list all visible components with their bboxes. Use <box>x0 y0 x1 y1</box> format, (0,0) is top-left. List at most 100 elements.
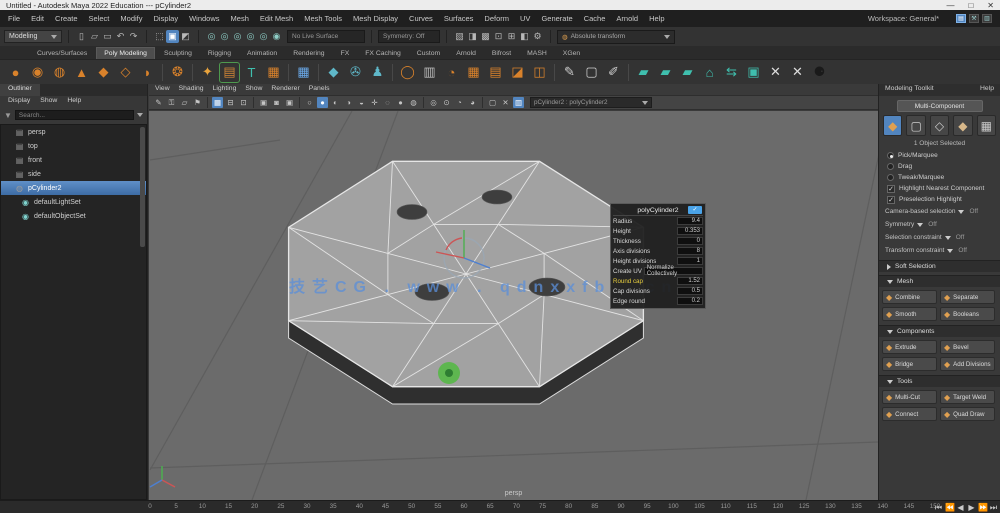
menu-help[interactable]: Help <box>649 14 664 23</box>
render-current-frame-icon[interactable]: ▩ <box>479 30 492 43</box>
timeline-tick[interactable]: 105 <box>694 503 705 510</box>
render-settings-icon[interactable]: ⊞ <box>505 30 518 43</box>
shelf-tab-fx-caching[interactable]: FX Caching <box>358 48 408 59</box>
combine-icon[interactable]: ▥ <box>420 63 439 82</box>
film-gate-icon[interactable]: ▣ <box>258 97 269 108</box>
snap-point-icon[interactable]: ◎ <box>231 30 244 43</box>
construction-history-icon[interactable]: ▧ <box>453 30 466 43</box>
sculpt-tool-icon[interactable]: ◆ <box>324 63 343 82</box>
exposure-icon[interactable]: ◔ <box>454 97 465 108</box>
button-extrude[interactable]: ◆ Extrude <box>882 340 937 354</box>
poly-plane-icon[interactable]: ◗ <box>138 63 157 82</box>
attribute-value-field[interactable]: 0 <box>677 237 703 245</box>
xgen-vis-icon[interactable]: ✕ <box>500 97 511 108</box>
extrude-icon[interactable]: ◫ <box>530 63 549 82</box>
attribute-editor-toggle[interactable]: ▤ <box>956 14 966 23</box>
menu-cache[interactable]: Cache <box>584 14 606 23</box>
timeline-tick[interactable]: 35 <box>330 503 337 510</box>
selected-vertex-handle[interactable] <box>438 362 460 384</box>
timeline-tick[interactable]: 65 <box>487 503 494 510</box>
menu-set-dropdown[interactable]: Modeling <box>4 30 62 43</box>
checkbox-highlight-nearest-component[interactable]: ✓ Highlight Nearest Component <box>879 183 1000 194</box>
timeline-tick[interactable]: 75 <box>539 503 546 510</box>
menu-display[interactable]: Display <box>154 14 179 23</box>
isolate-select-icon[interactable]: ◎ <box>428 97 439 108</box>
button-smooth[interactable]: ◆ Smooth <box>882 307 937 321</box>
shelf-tab-animation[interactable]: Animation <box>240 48 284 59</box>
shrinkwrap-icon[interactable]: ▰ <box>678 63 697 82</box>
outliner-item-persp[interactable]: ▤ persp <box>1 125 146 139</box>
sweep-mesh-icon[interactable]: ✦ <box>198 63 217 82</box>
poly-gear-icon[interactable]: ◍ <box>50 63 69 82</box>
radio-tweak-marquee[interactable]: Tweak/Marquee <box>879 172 1000 183</box>
outliner-item-front[interactable]: ▤ front <box>1 153 146 167</box>
lock-camera-icon[interactable]: ⚿ <box>166 97 177 108</box>
poly-platonic-icon[interactable]: ◇ <box>116 63 135 82</box>
timeline-tick[interactable]: 15 <box>225 503 232 510</box>
snap-projected-center-icon[interactable]: ◎ <box>244 30 257 43</box>
workspace-selector[interactable]: Workspace: General* <box>868 14 939 23</box>
menu-mesh-tools[interactable]: Mesh Tools <box>304 14 342 23</box>
filter-icon[interactable]: ▼ <box>4 111 12 120</box>
dropdown-symmetry[interactable]: Symmetry Off <box>879 218 1000 231</box>
button-bevel[interactable]: ◆ Bevel <box>940 340 995 354</box>
shelf-tab-fx[interactable]: FX <box>334 48 357 59</box>
timeline-tick[interactable]: 125 <box>799 503 810 510</box>
vertex-mode-icon[interactable]: ▢ <box>906 115 926 136</box>
uv-mode-icon[interactable]: ▦ <box>976 115 997 136</box>
timeline-tick[interactable]: 50 <box>408 503 415 510</box>
attribute-value-field[interactable]: 1 <box>677 257 703 265</box>
multi-cut-icon[interactable]: ✎ <box>560 63 579 82</box>
bridge-icon[interactable]: ◪ <box>508 63 527 82</box>
outliner-tab[interactable]: Outliner <box>0 84 40 96</box>
lights-icon[interactable]: ◑ <box>343 97 354 108</box>
timeline-tick[interactable]: 45 <box>382 503 389 510</box>
mirror-icon[interactable]: ⇆ <box>722 63 741 82</box>
timeline-tick[interactable]: 25 <box>277 503 284 510</box>
dropdown-transform-constraint[interactable]: Transform constraint Off <box>879 244 1000 257</box>
xray-icon[interactable]: ◍ <box>408 97 419 108</box>
attribute-value-field[interactable]: Normalize Collectively <box>643 265 703 277</box>
toolkit-help-menu[interactable]: Help <box>980 85 994 95</box>
menu-file[interactable]: File <box>8 14 20 23</box>
timeline-tick[interactable]: 95 <box>644 503 651 510</box>
menu-modify[interactable]: Modify <box>120 14 142 23</box>
motion-blur-icon[interactable]: ◌ <box>382 97 393 108</box>
viewport-menu-lighting[interactable]: Lighting <box>213 85 237 94</box>
timeline-tick[interactable]: 30 <box>303 503 310 510</box>
button-bridge[interactable]: ◆ Bridge <box>882 357 937 371</box>
outliner-menu-display[interactable]: Display <box>8 97 30 107</box>
offset-edge-loop-icon[interactable]: ✐ <box>604 63 623 82</box>
open-scene-icon[interactable]: ▱ <box>88 30 101 43</box>
image-plane-icon[interactable]: ▦ <box>212 97 223 108</box>
poly-cone-icon[interactable]: ▲ <box>72 63 91 82</box>
relax-icon[interactable]: ▰ <box>656 63 675 82</box>
button-add-divisions[interactable]: ◆ Add Divisions <box>940 357 995 371</box>
menu-create[interactable]: Create <box>55 14 78 23</box>
viewport-menu-shading[interactable]: Shading <box>179 85 204 94</box>
step-back-key-icon[interactable]: ⏪ <box>945 503 955 512</box>
outliner-menu-show[interactable]: Show <box>40 97 57 107</box>
outliner-search-input[interactable]: Search... <box>14 110 134 120</box>
save-scene-icon[interactable]: ▭ <box>101 30 114 43</box>
edge-mode-icon[interactable]: ◇ <box>929 115 950 136</box>
curve-warp-icon[interactable]: ▤ <box>219 61 240 83</box>
shelf-tab-bifrost[interactable]: Bifrost <box>485 48 518 59</box>
field-chart-icon[interactable]: ⊙ <box>441 97 452 108</box>
shelf-tab-sculpting[interactable]: Sculpting <box>157 48 199 59</box>
button-booleans[interactable]: ◆ Booleans <box>940 307 995 321</box>
multi-component-button[interactable]: Multi-Component <box>896 100 983 112</box>
undo-icon[interactable]: ↶ <box>114 30 127 43</box>
timeline-tick[interactable]: 140 <box>877 503 888 510</box>
timeline-tick[interactable]: 85 <box>591 503 598 510</box>
poly-sphere-icon[interactable]: ● <box>6 63 25 82</box>
snap-view-plane-icon[interactable]: ◎ <box>257 30 270 43</box>
svg-tool-icon[interactable]: ▦ <box>264 63 283 82</box>
textured-icon[interactable]: ◐ <box>330 97 341 108</box>
step-back-icon[interactable]: ◀ <box>956 503 965 512</box>
attribute-value-field[interactable]: 9.4 <box>677 217 703 225</box>
bevel-icon[interactable]: ▤ <box>486 63 505 82</box>
attribute-value-field[interactable]: 0.353 <box>677 227 703 235</box>
scene-assembly-icon[interactable]: ▢ <box>487 97 498 108</box>
viewport-canvas[interactable]: 技艺CG . www . qdnxxfb . cn persp polyCyli… <box>149 111 878 500</box>
